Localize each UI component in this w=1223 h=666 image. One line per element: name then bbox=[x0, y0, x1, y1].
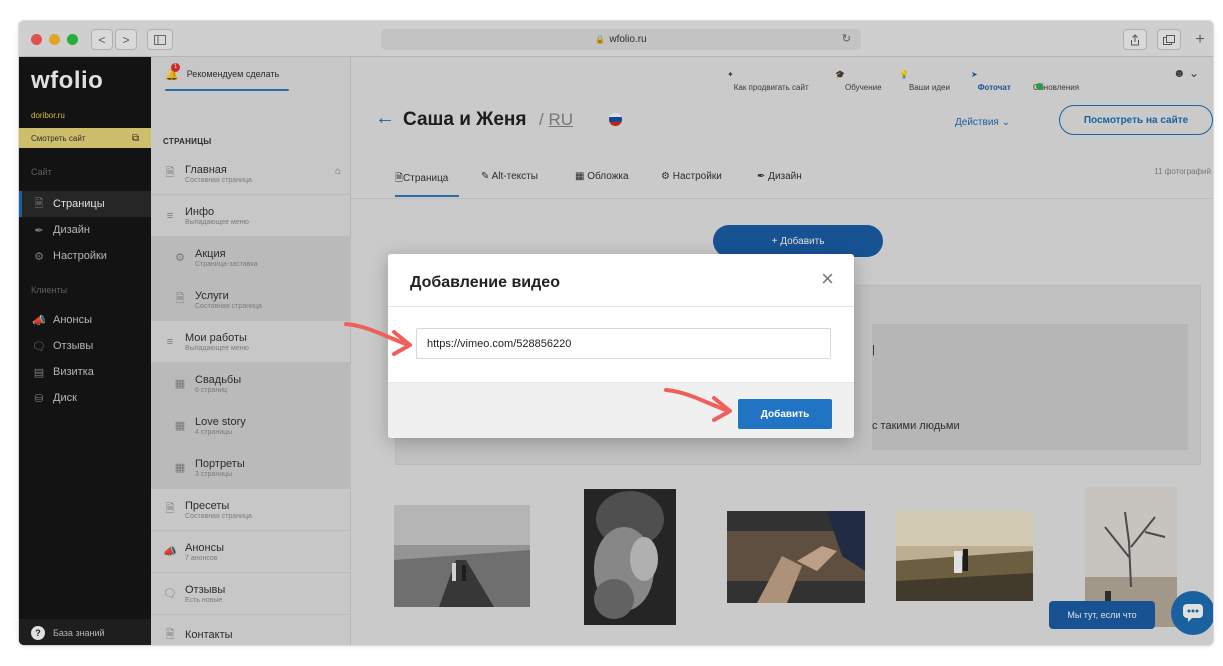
modal-divider bbox=[388, 306, 854, 307]
modal-footer: Добавить bbox=[388, 382, 854, 438]
close-icon[interactable]: × bbox=[821, 268, 834, 290]
add-video-modal: Добавление видео × Добавить bbox=[388, 254, 854, 438]
video-url-input[interactable] bbox=[416, 328, 831, 359]
modal-title: Добавление видео bbox=[410, 274, 560, 291]
add-video-button[interactable]: Добавить bbox=[738, 399, 832, 429]
